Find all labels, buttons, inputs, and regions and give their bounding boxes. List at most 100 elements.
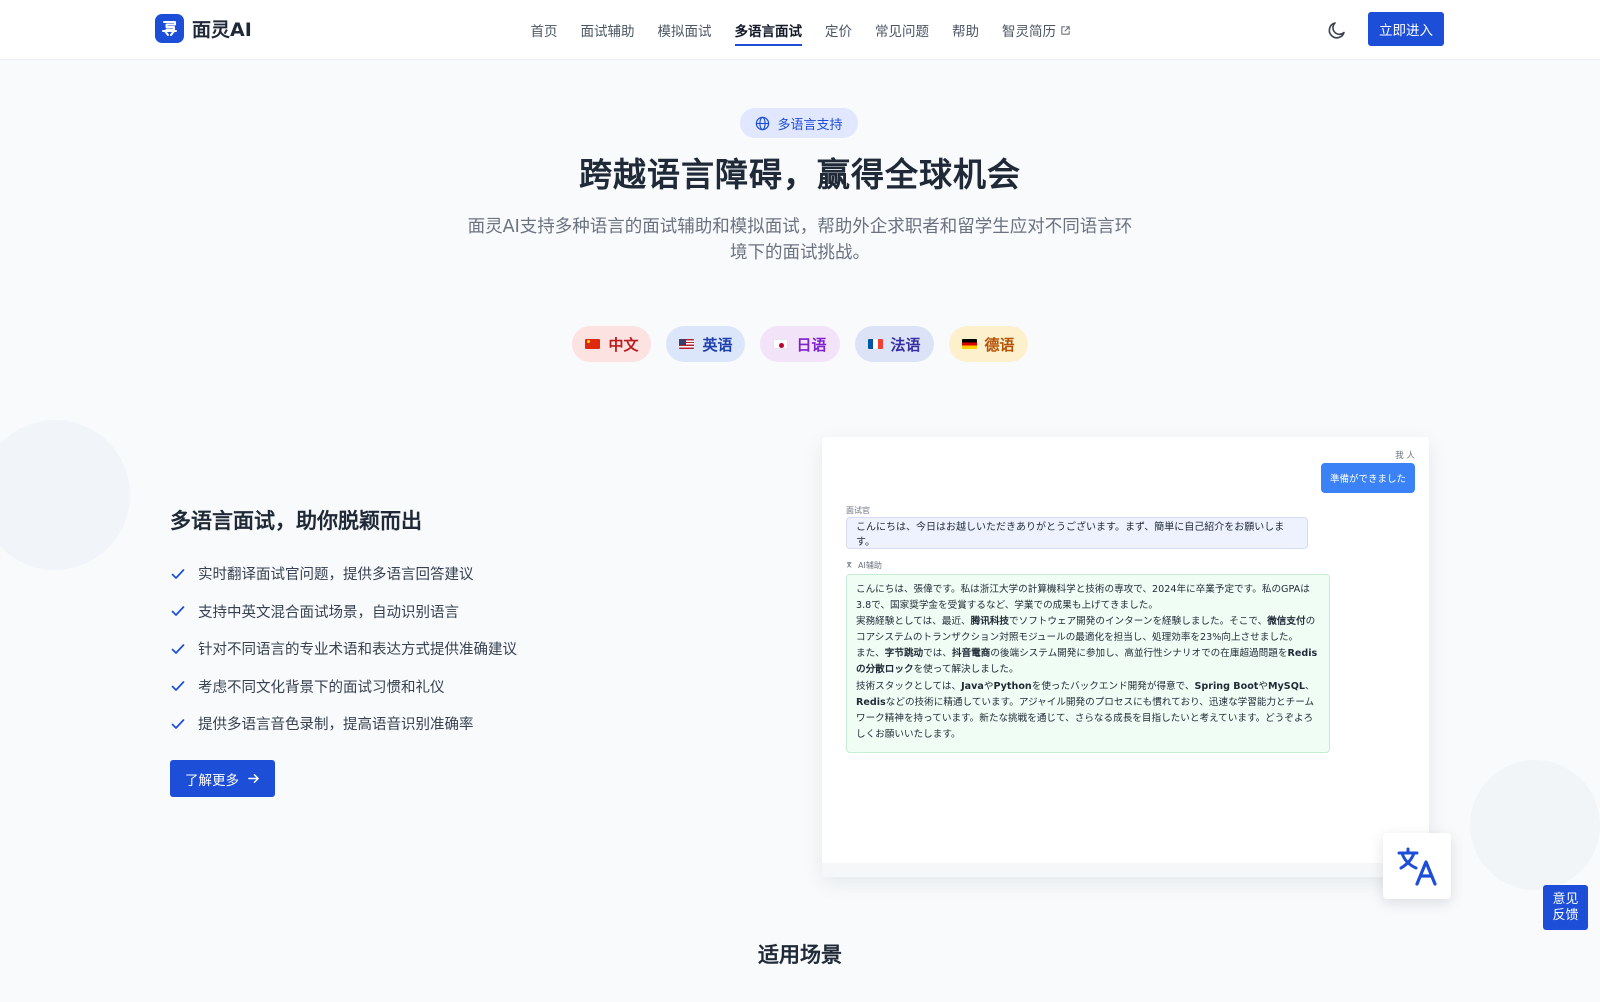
check-icon: [171, 681, 185, 692]
lang-chip-japanese[interactable]: 日语: [760, 326, 840, 362]
language-chips: 中文 英语 日语 法语 德语: [0, 326, 1600, 362]
ai-answer-bubble: こんにちは、張偉です。私は浙江大学の計算機科学と技術の専攻で、2024年に卒業予…: [846, 574, 1330, 753]
external-link-icon: [1061, 25, 1070, 35]
check-icon: [171, 643, 185, 654]
feature-item: 支持中英文混合面试场景，自动识别语言: [170, 593, 517, 631]
ai-answer-highlight: 微信支付: [1267, 616, 1306, 628]
hero-subtitle: 面灵AI支持多种语言的面试辅助和模拟面试，帮助外企求职者和留学生应对不同语言环境…: [467, 217, 1133, 263]
feature-item: 提供多语言音色录制，提高语音识别准确率: [170, 705, 517, 743]
ai-answer-highlight: Spring Boot: [1194, 680, 1259, 692]
ai-answer-paragraph: 技術スタックとしては、Java や Pythonを使ったバックエンド開発が得意で、S…: [856, 679, 1320, 743]
feature-item: 针对不同语言的专业术语和表达方式提供准确建议: [170, 630, 517, 668]
hero-title: 跨越语言障碍，赢得全球机会: [579, 155, 1021, 194]
feedback-button[interactable]: 意见 反馈: [1543, 885, 1588, 930]
lang-chip-label: 中文: [608, 335, 639, 354]
nav-interview-assist-label: 面试辅助: [580, 24, 635, 40]
ai-answer-text: や: [1258, 680, 1268, 692]
ai-assist-label: AI辅助: [846, 560, 882, 571]
moon-icon[interactable]: [1325, 18, 1349, 42]
nav-help[interactable]: 帮助: [941, 0, 991, 60]
lang-chip-chinese[interactable]: 中文: [572, 326, 652, 362]
arrow-right-icon: [248, 774, 259, 783]
nav-mock-interview[interactable]: 模拟面试: [646, 0, 723, 60]
nav-pricing[interactable]: 定价: [814, 0, 864, 60]
ai-answer-text: の後端システム開発に参加し、高並行性シナリオでの在庫超過問題を: [990, 648, 1288, 660]
chat-preview-card: 我 人 準備ができました 面试官 こんにちは、今日はお越しいただきありがとうござ…: [822, 437, 1429, 877]
de-flag-icon: [961, 339, 977, 349]
ai-answer-paragraph: 実務経験としては、最近、腾讯科技でソフトウェア開発のインターンを経験しました。そ…: [856, 614, 1320, 646]
nav-resume[interactable]: 智灵简历: [991, 0, 1083, 60]
ai-answer-text: などの技術に精通しています。アジャイル開発のプロセスにも慣れており、迅速な学習能…: [856, 696, 1315, 740]
me-label: 我 人: [1395, 451, 1415, 461]
ai-answer-highlight: 抖音電商: [951, 648, 991, 660]
cn-flag-icon: [585, 339, 601, 349]
feature-item: 考虑不同文化背景下的面试习惯和礼仪: [170, 668, 517, 706]
lang-chip-label: 德语: [984, 335, 1015, 354]
ai-answer-highlight: Java: [961, 680, 984, 692]
ai-answer-paragraph: また、字节跳动では、抖音電商の後端システム開発に参加し、高並行性シナリオでの在庫…: [856, 646, 1320, 678]
feature-item-text: 支持中英文混合面试场景，自动识别语言: [198, 604, 459, 621]
ai-answer-highlight: Python: [993, 680, 1032, 692]
ai-answer-text: 実務経験としては、最近、: [856, 616, 971, 628]
decor-circle-right: [1470, 760, 1600, 890]
feedback-line2: 反馈: [1552, 907, 1579, 923]
ai-answer-text: でソフトウェア開発のインターンを経験しました。そこで、: [1009, 616, 1268, 628]
feature-title: 多语言面试，助你脱颖而出: [170, 509, 422, 533]
check-icon: [171, 718, 185, 729]
lang-chip-german[interactable]: 德语: [948, 326, 1028, 362]
card-footer-strip: [822, 863, 1429, 877]
ai-answer-text: を使ったバックエンド開発が得意で、: [1031, 680, 1195, 692]
feature-item-text: 实时翻译面试官问题，提供多语言回答建议: [198, 567, 474, 584]
ai-answer-highlight: Redis: [856, 696, 886, 708]
learn-more-button[interactable]: 了解更多: [170, 760, 275, 797]
feature-list: 实时翻译面试官问题，提供多语言回答建议 支持中英文混合面试场景，自动识别语言 针…: [170, 555, 517, 743]
enter-button[interactable]: 立即进入: [1368, 12, 1444, 46]
logo-mark-icon: [155, 14, 184, 43]
us-flag-icon: [679, 339, 695, 349]
check-icon: [171, 568, 185, 579]
nav-pricing-label: 定价: [825, 24, 852, 40]
feature-item-text: 考虑不同文化背景下的面试习惯和礼仪: [198, 679, 445, 696]
ai-answer-text: 、: [1304, 680, 1315, 692]
nav-help-label: 帮助: [952, 24, 979, 40]
ai-answer-highlight: MySQL: [1267, 680, 1305, 692]
feature-item-text: 提供多语言音色录制，提高语音识别准确率: [198, 717, 474, 734]
translate-icon[interactable]: [1383, 833, 1451, 899]
fr-flag-icon: [867, 339, 883, 349]
ai-assist-label-text: AI辅助: [858, 561, 882, 570]
feature-item-text: 针对不同语言的专业术语和表达方式提供准确建议: [198, 642, 517, 659]
me-message-bubble: 準備ができました: [1320, 463, 1415, 493]
nav-multilingual[interactable]: 多语言面试: [723, 0, 814, 60]
badge-label: 多语言支持: [777, 117, 843, 133]
interviewer-message-bubble: こんにちは、今日はお越しいただきありがとうございます。まず、簡単に自己紹介をお願…: [846, 517, 1308, 549]
nav-faq-label: 常见问题: [875, 24, 929, 40]
lang-chip-label: 法语: [890, 335, 921, 354]
feature-item: 实时翻译面试官问题，提供多语言回答建议: [170, 555, 517, 593]
decor-circle-left: [0, 420, 130, 570]
feedback-line1: 意见: [1552, 891, 1579, 907]
lang-chip-french[interactable]: 法语: [854, 326, 934, 362]
ai-answer-highlight: 腾讯科技: [970, 616, 1010, 628]
ai-answer-paragraph: こんにちは、張偉です。私は浙江大学の計算機科学と技術の専攻で、2024年に卒業予…: [856, 582, 1320, 614]
nav-multilingual-label: 多语言面试: [734, 24, 803, 40]
main-nav: 首页 面试辅助 模拟面试 多语言面试 定价 常见问题 帮助 智灵简历: [519, 0, 1083, 60]
ai-answer-text: こんにちは、張偉です。私は浙江大学の計算機科学と技術の専攻で、2024年に卒業予…: [856, 584, 1310, 612]
nav-faq[interactable]: 常见问题: [864, 0, 941, 60]
scenes-section-title: 适用场景: [758, 943, 842, 967]
nav-interview-assist[interactable]: 面试辅助: [569, 0, 646, 60]
ai-answer-text: また、: [856, 648, 885, 660]
nav-mock-interview-label: 模拟面试: [657, 24, 712, 40]
brand-logo[interactable]: 面灵AI: [155, 14, 252, 43]
ai-answer-text: 技術スタックとしては、: [856, 680, 962, 692]
lang-chip-label: 日语: [796, 335, 827, 354]
lang-chip-english[interactable]: 英语: [666, 326, 746, 362]
translate-small-icon: [846, 561, 852, 568]
nav-home[interactable]: 首页: [519, 0, 569, 60]
ai-answer-text: を使って解決しました。: [913, 664, 1019, 676]
nav-resume-label: 智灵简历: [1002, 24, 1056, 40]
globe-icon: [756, 116, 770, 130]
lang-chip-label: 英语: [702, 335, 733, 354]
top-navbar: 面灵AI 首页 面试辅助 模拟面试 多语言面试 定价 常见问题 帮助 智灵简历 …: [0, 0, 1600, 60]
multilingual-badge: 多语言支持: [740, 108, 858, 138]
jp-flag-icon: [773, 339, 789, 349]
